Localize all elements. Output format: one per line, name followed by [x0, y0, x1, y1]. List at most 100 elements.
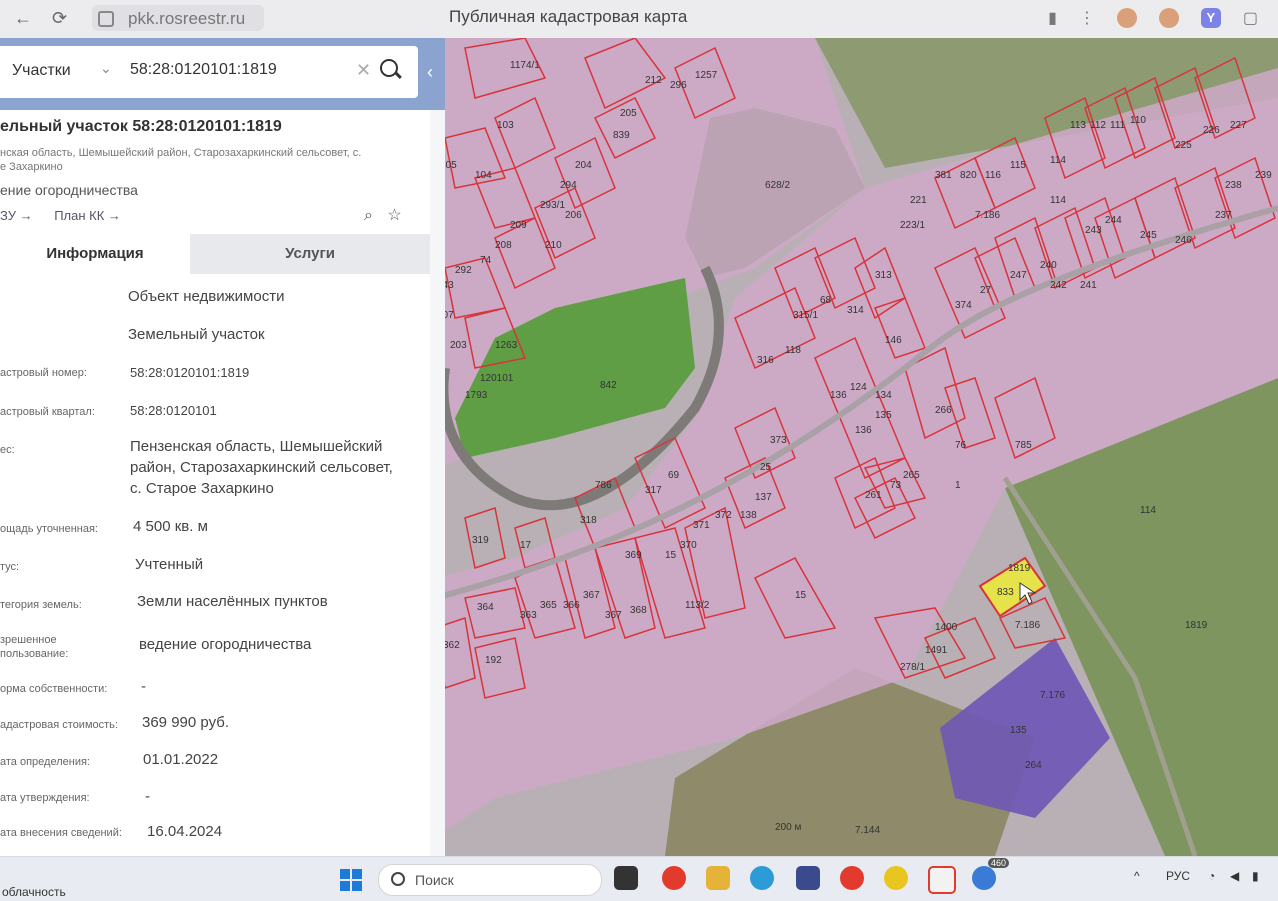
map-label: 371 — [693, 520, 710, 531]
map-label: 241 — [1080, 280, 1097, 291]
yandex-icon[interactable] — [928, 866, 956, 894]
map-label: 1 — [955, 480, 961, 491]
field-label: орма собственности: — [0, 683, 108, 695]
map-label: 223/1 — [900, 220, 925, 231]
opera-icon[interactable] — [662, 866, 686, 890]
map-label: 135 — [875, 410, 892, 421]
map-label: 226 — [1203, 125, 1220, 136]
app-icon[interactable] — [884, 866, 908, 890]
map-label: 7.186 — [1015, 620, 1040, 631]
map-label: 294 — [560, 180, 577, 191]
field-label: тегория земель: — [0, 599, 82, 611]
map-label: 264 — [1025, 760, 1042, 771]
edge-icon[interactable] — [750, 866, 774, 890]
back-icon[interactable]: ← — [14, 8, 32, 29]
map-label: 319 — [472, 535, 489, 546]
map-label: 25 — [760, 462, 772, 473]
collapse-panel-icon[interactable]: ‹ — [427, 62, 433, 83]
map-label: 74 — [480, 255, 492, 266]
map-label: 209 — [510, 220, 527, 231]
map-label: 261 — [865, 490, 882, 501]
taskbar-search[interactable]: Поиск — [378, 864, 602, 896]
map-label: 240 — [1040, 260, 1057, 271]
wifi-icon[interactable]: ◔ — [1208, 869, 1215, 883]
object-title: ельный участок 58:28:0120101:1819 — [0, 118, 282, 135]
map-label: 247 — [1010, 270, 1027, 281]
map-label: 124 — [850, 382, 867, 393]
map-label: 134 — [875, 390, 892, 401]
address-url: pkk.rosreestr.ru — [128, 9, 246, 28]
language-indicator[interactable]: РУС — [1166, 869, 1190, 883]
map-label: 135 — [1010, 725, 1027, 736]
map-label: 314 — [847, 305, 864, 316]
field-value: - — [141, 678, 146, 695]
field-label: ата внесения сведений: — [0, 827, 122, 839]
map-label: 7.144 — [855, 825, 880, 836]
reload-icon[interactable]: ⟳ — [52, 8, 67, 29]
chevron-down-icon[interactable]: ⌄ — [100, 60, 112, 77]
map-label: 116 — [985, 170, 1001, 181]
extension-icon[interactable] — [1116, 8, 1137, 28]
folder-icon[interactable] — [706, 866, 730, 890]
map-label: 210 — [545, 240, 562, 251]
speaker-icon[interactable]: ◀ — [1230, 869, 1239, 883]
chevron-up-icon[interactable]: ^ — [1134, 869, 1140, 883]
yandex-browser-icon[interactable] — [840, 866, 864, 890]
map-label: 372 — [715, 510, 732, 521]
map-canvas[interactable]: 1174/1 1257 296 212 205 839 103 105 104 … — [435, 38, 1278, 856]
map-label: 315/1 — [793, 310, 818, 321]
map-label: 221 — [910, 195, 927, 206]
field-value: Объект недвижимости — [128, 288, 285, 305]
tab-services[interactable]: Услуги — [190, 234, 430, 274]
page-title: Публичная кадастровая карта — [449, 7, 688, 26]
map-label: 367 — [605, 610, 622, 621]
map-label: 367 — [583, 590, 600, 601]
close-icon[interactable]: ✕ — [356, 60, 371, 81]
bookmark-icon[interactable]: ▮ — [1048, 8, 1057, 28]
star-icon[interactable]: ☆ — [387, 207, 401, 224]
search-type-select[interactable]: Участки — [12, 62, 71, 80]
taskbar-search-label: Поиск — [415, 872, 454, 888]
store-icon[interactable] — [796, 866, 820, 890]
map-label: 136 — [855, 425, 872, 436]
address-bar[interactable]: pkk.rosreestr.ru — [92, 5, 264, 31]
search-bar[interactable]: Участки ⌄ ✕ — [0, 46, 418, 98]
zu-link[interactable]: ЗУ → — [0, 208, 33, 223]
map-label: 15 — [795, 590, 807, 601]
map-label: 73 — [890, 480, 902, 491]
start-button[interactable] — [340, 869, 362, 891]
map-label: 362 — [443, 640, 460, 651]
map-label: 296 — [670, 80, 687, 91]
map-label: 69 — [668, 470, 680, 481]
search-icon[interactable] — [380, 59, 398, 77]
battery-icon[interactable]: ▮ — [1252, 869, 1259, 883]
map-label: 368 — [630, 605, 647, 616]
tab-information[interactable]: Информация — [0, 234, 190, 274]
map-label: 833 — [997, 587, 1014, 598]
map-label: 208 — [495, 240, 512, 251]
cadastral-map[interactable]: 1174/1 1257 296 212 205 839 103 105 104 … — [435, 38, 1278, 856]
map-label: 114 — [1140, 505, 1156, 516]
window-icon[interactable]: ▢ — [1243, 8, 1258, 28]
map-label: 820 — [960, 170, 977, 181]
more-icon[interactable]: ⋮ — [1079, 8, 1095, 28]
search-icon — [391, 872, 405, 886]
taskview-icon[interactable] — [614, 866, 638, 890]
object-address: нская область, Шемышейский район, Староз… — [0, 147, 362, 173]
map-label: 104 — [475, 170, 492, 181]
map-label: 227 — [1230, 120, 1247, 131]
field-value: 58:28:0120101 — [130, 403, 217, 418]
plan-kk-link[interactable]: План КК → — [54, 208, 121, 223]
map-label: 110 — [1130, 115, 1146, 126]
browser-toolbar: ← ⟳ pkk.rosreestr.ru Публичная кадастров… — [0, 0, 1278, 39]
field-value: - — [145, 788, 150, 805]
yandex-icon[interactable]: Y — [1200, 8, 1221, 28]
search-input[interactable] — [128, 60, 352, 80]
zoom-to-icon[interactable]: ⌕ — [364, 207, 373, 224]
messenger-icon[interactable] — [972, 866, 996, 890]
field-label: тус: — [0, 561, 20, 573]
field-value: 4 500 кв. м — [133, 518, 208, 535]
extension-icon-2[interactable] — [1158, 8, 1179, 28]
map-label: 785 — [1015, 440, 1032, 451]
map-label: 192 — [485, 655, 502, 666]
